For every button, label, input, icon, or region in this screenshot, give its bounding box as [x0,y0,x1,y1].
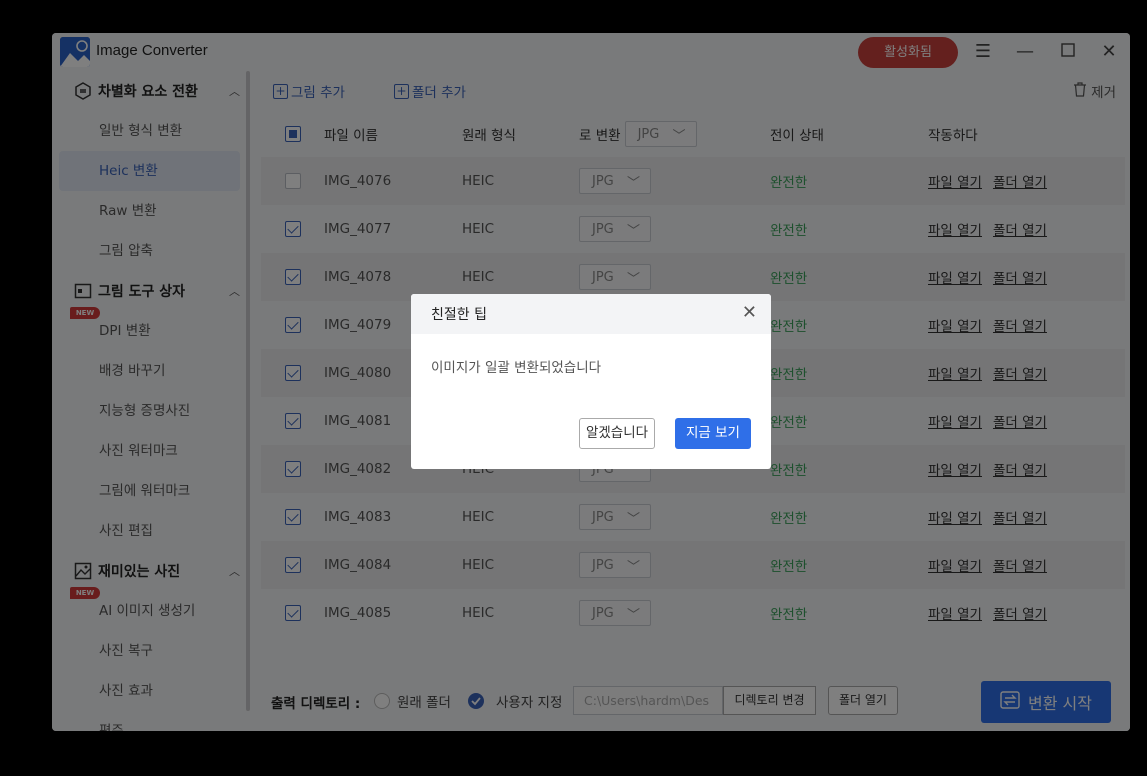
dialog-view-now-button[interactable]: 지금 보기 [675,418,751,449]
dialog-message: 이미지가 일괄 변환되었습니다 [431,360,602,376]
dialog-close-icon[interactable]: ✕ [742,304,757,322]
dialog-header: 친절한 팁 [411,294,771,334]
dialog-ok-button[interactable]: 알겠습니다 [579,418,655,449]
dialog-title: 친절한 팁 [431,307,487,323]
tip-dialog: 친절한 팁 ✕ 이미지가 일괄 변환되었습니다 알겠습니다 지금 보기 [411,294,771,469]
